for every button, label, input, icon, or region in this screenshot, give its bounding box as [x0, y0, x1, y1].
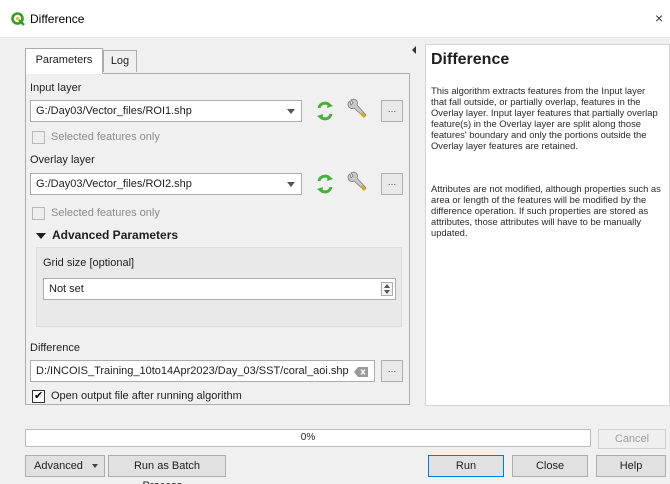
output-path-value: D:/INCOIS_Training_10to14Apr2023/Day_03/… — [36, 365, 349, 377]
iterate-icon[interactable] — [314, 100, 336, 122]
progress-bar: 0% — [25, 429, 591, 447]
overlay-layer-label: Overlay layer — [30, 154, 95, 166]
overlay-layer-combo[interactable]: G:/Day03/Vector_files/ROI2.shp — [30, 173, 302, 195]
close-button[interactable]: Close — [512, 455, 588, 477]
grid-size-label: Grid size [optional] — [43, 257, 135, 269]
tab-log[interactable]: Log — [103, 50, 137, 72]
help-title: Difference — [431, 51, 510, 68]
advanced-button-label: Advanced — [34, 460, 83, 472]
output-path-field[interactable]: D:/INCOIS_Training_10to14Apr2023/Day_03/… — [30, 360, 375, 382]
chevron-down-icon — [92, 464, 98, 468]
chevron-down-icon — [287, 182, 295, 187]
overlay-selected-only-label: Selected features only — [51, 207, 160, 219]
wrench-icon[interactable] — [346, 171, 368, 193]
grid-size-value: Not set — [49, 283, 84, 295]
output-label: Difference — [30, 342, 80, 354]
advanced-parameters-toggle[interactable]: Advanced Parameters — [36, 228, 236, 244]
input-layer-combo[interactable]: G:/Day03/Vector_files/ROI1.shp — [30, 100, 302, 122]
iterate-icon[interactable] — [314, 173, 336, 195]
spin-arrows-icon[interactable] — [381, 282, 393, 296]
open-output-checkbox[interactable] — [32, 389, 45, 403]
input-layer-browse-button[interactable]: … — [381, 100, 403, 122]
advanced-menu-button[interactable]: Advanced — [25, 455, 105, 477]
progress-text: 0% — [300, 432, 316, 443]
open-output-label: Open output file after running algorithm — [51, 390, 242, 402]
cancel-button[interactable]: Cancel — [598, 429, 666, 449]
qgis-logo-icon — [11, 12, 25, 26]
window-title: Difference — [30, 12, 85, 26]
input-layer-label: Input layer — [30, 82, 82, 94]
help-paragraph-2: Attributes are not modified, although pr… — [431, 183, 661, 238]
run-button[interactable]: Run — [428, 455, 504, 477]
overlay-layer-browse-button[interactable]: … — [381, 173, 403, 195]
wrench-icon[interactable] — [346, 98, 368, 120]
chevron-down-icon — [287, 109, 295, 114]
run-batch-button[interactable]: Run as Batch Process... — [108, 455, 226, 484]
output-browse-button[interactable]: … — [381, 360, 403, 382]
chevron-down-icon — [36, 233, 46, 239]
overlay-selected-only-checkbox[interactable] — [32, 207, 45, 220]
overlay-layer-value: G:/Day03/Vector_files/ROI2.shp — [36, 178, 192, 190]
grid-size-input[interactable]: Not set — [43, 278, 396, 300]
collapse-help-icon[interactable] — [412, 46, 416, 54]
help-button[interactable]: Help — [596, 455, 666, 477]
advanced-parameters-header: Advanced Parameters — [52, 228, 179, 242]
input-selected-only-label: Selected features only — [51, 131, 160, 143]
help-paragraph-1: This algorithm extracts features from th… — [431, 85, 658, 151]
parameters-panel: Parameters Log Input layer G:/Day03/Vect… — [25, 43, 411, 405]
close-window-button[interactable]: × — [655, 10, 663, 26]
tab-parameters[interactable]: Parameters — [25, 48, 103, 74]
parameters-form: Input layer G:/Day03/Vector_files/ROI1.s… — [25, 73, 410, 405]
help-panel: Difference This algorithm extracts featu… — [425, 44, 670, 406]
clear-icon[interactable] — [354, 367, 368, 377]
title-bar: Difference × — [0, 0, 670, 38]
input-layer-value: G:/Day03/Vector_files/ROI1.shp — [36, 105, 192, 117]
advanced-parameters-group: Grid size [optional] Not set — [36, 247, 402, 327]
input-selected-only-checkbox[interactable] — [32, 131, 45, 144]
